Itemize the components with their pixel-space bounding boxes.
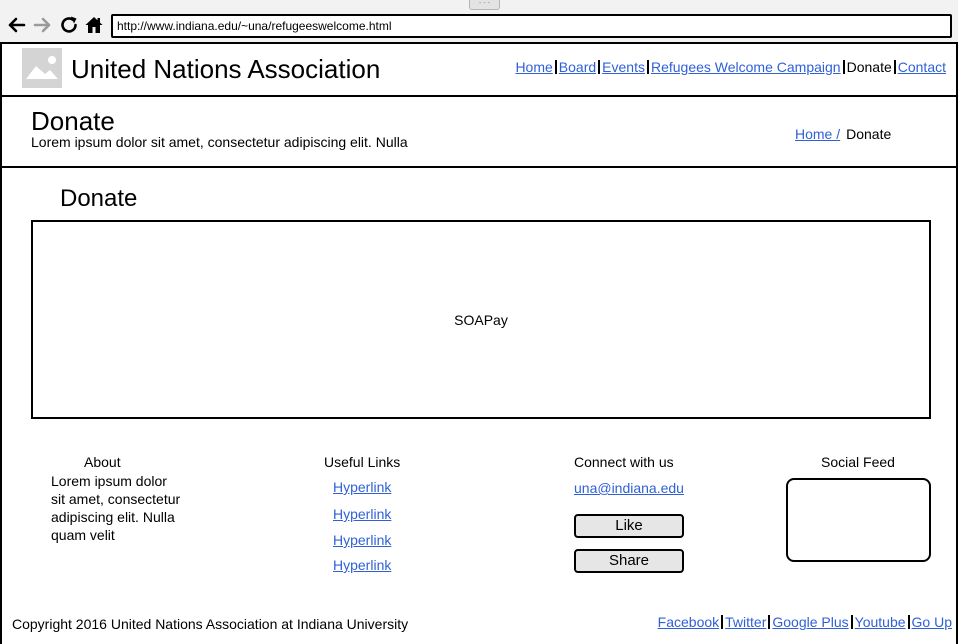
- address-bar[interactable]: http://www.indiana.edu/~una/refugeeswelc…: [111, 14, 952, 38]
- breadcrumb: Home / Donate: [795, 125, 891, 143]
- nav-link-home[interactable]: Home: [515, 59, 552, 75]
- nav-divider: [598, 60, 601, 74]
- nav-item-donate-current: Donate: [846, 59, 892, 75]
- nav-divider: [554, 60, 557, 74]
- footer-links: Facebook Twitter Google Plus Youtube Go Up: [658, 613, 952, 631]
- page-title: Donate: [31, 106, 115, 136]
- breadcrumb-current: Donate: [846, 126, 892, 142]
- footer-link-youtube[interactable]: Youtube: [855, 614, 906, 630]
- footer-divider: [768, 615, 771, 629]
- site-title: United Nations Association: [71, 54, 381, 84]
- footer-divider: [850, 615, 853, 629]
- about-heading: About: [84, 454, 121, 470]
- forward-arrow-icon[interactable]: [32, 14, 54, 36]
- connect-heading: Connect with us: [574, 454, 674, 470]
- reload-icon[interactable]: [58, 14, 80, 36]
- footer-link-google-plus[interactable]: Google Plus: [772, 614, 848, 630]
- payment-widget-label: SOAPay: [454, 311, 508, 328]
- nav-link-board[interactable]: Board: [559, 59, 596, 75]
- copyright-text: Copyright 2016 United Nations Associatio…: [12, 616, 409, 632]
- nav-divider: [646, 60, 649, 74]
- breadcrumb-home-link[interactable]: Home /: [795, 126, 840, 142]
- footer-link-facebook[interactable]: Facebook: [658, 614, 719, 630]
- header-divider: [2, 95, 956, 97]
- nav-link-refugees-welcome-campaign[interactable]: Refugees Welcome Campaign: [651, 59, 841, 75]
- browser-toolbar: - - - http://www.indiana.edu/~una/refuge…: [0, 0, 958, 44]
- page-frame: United Nations Association Home Board Even…: [0, 44, 958, 644]
- footer-divider: [907, 615, 910, 629]
- useful-hyperlink[interactable]: Hyperlink: [333, 479, 391, 495]
- footer-link-twitter[interactable]: Twitter: [725, 614, 766, 630]
- home-icon[interactable]: [83, 14, 105, 36]
- useful-hyperlink[interactable]: Hyperlink: [333, 532, 391, 548]
- useful-links-heading: Useful Links: [324, 454, 401, 470]
- section-heading: Donate: [60, 185, 138, 212]
- payment-widget[interactable]: SOAPay: [31, 220, 931, 419]
- footer-link-go-up[interactable]: Go Up: [912, 614, 952, 630]
- back-arrow-icon[interactable]: [5, 14, 27, 36]
- nav-link-contact[interactable]: Contact: [898, 59, 946, 75]
- useful-hyperlink[interactable]: Hyperlink: [333, 557, 391, 573]
- nav-divider: [842, 60, 845, 74]
- footer-divider: [721, 615, 724, 629]
- social-feed-box: [786, 478, 931, 562]
- about-text: Lorem ipsum dolor sit amet, consectetur …: [51, 473, 181, 543]
- page-subtitle: Lorem ipsum dolor sit amet, consectetur …: [31, 134, 408, 150]
- banner-divider: [2, 166, 956, 168]
- nav-link-events[interactable]: Events: [602, 59, 645, 75]
- top-navigation: Home Board Events Refugees Welcome Campaign…: [515, 57, 946, 77]
- image-placeholder-icon: [22, 48, 62, 88]
- useful-hyperlink[interactable]: Hyperlink: [333, 506, 391, 522]
- share-button[interactable]: Share: [574, 549, 684, 573]
- social-feed-heading: Social Feed: [821, 454, 895, 470]
- email-link[interactable]: una@indiana.edu: [574, 480, 684, 496]
- nav-divider: [893, 60, 896, 74]
- like-button[interactable]: Like: [574, 514, 684, 538]
- window-grip[interactable]: - - -: [469, 0, 500, 10]
